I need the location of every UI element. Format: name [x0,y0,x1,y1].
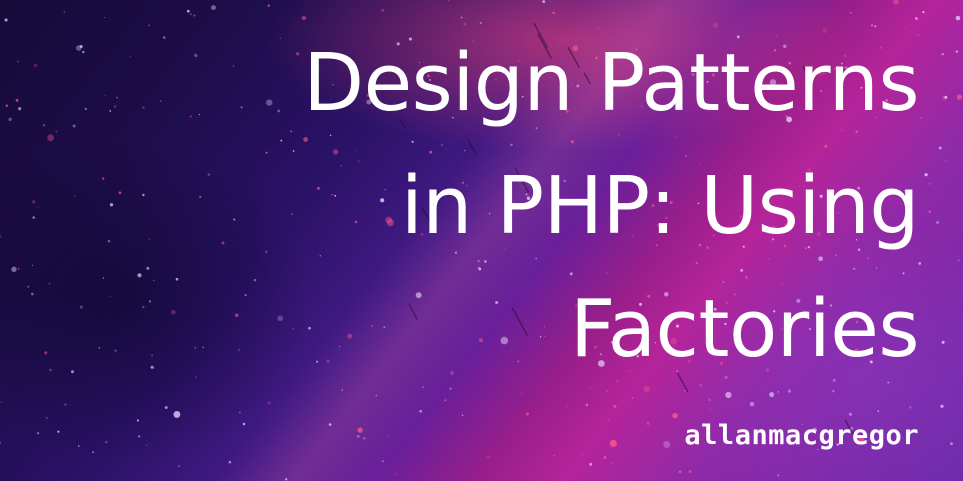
post-title-line-1: Design Patterns [303,37,919,129]
blog-banner: Design Patterns in PHP: Using Factories … [0,0,963,481]
post-title-line-3: Factories [569,283,920,375]
post-title-line-2: in PHP: Using [400,160,920,252]
author-name: allanmacgregor [684,420,919,451]
post-title: Design Patterns in PHP: Using Factories [99,22,919,391]
